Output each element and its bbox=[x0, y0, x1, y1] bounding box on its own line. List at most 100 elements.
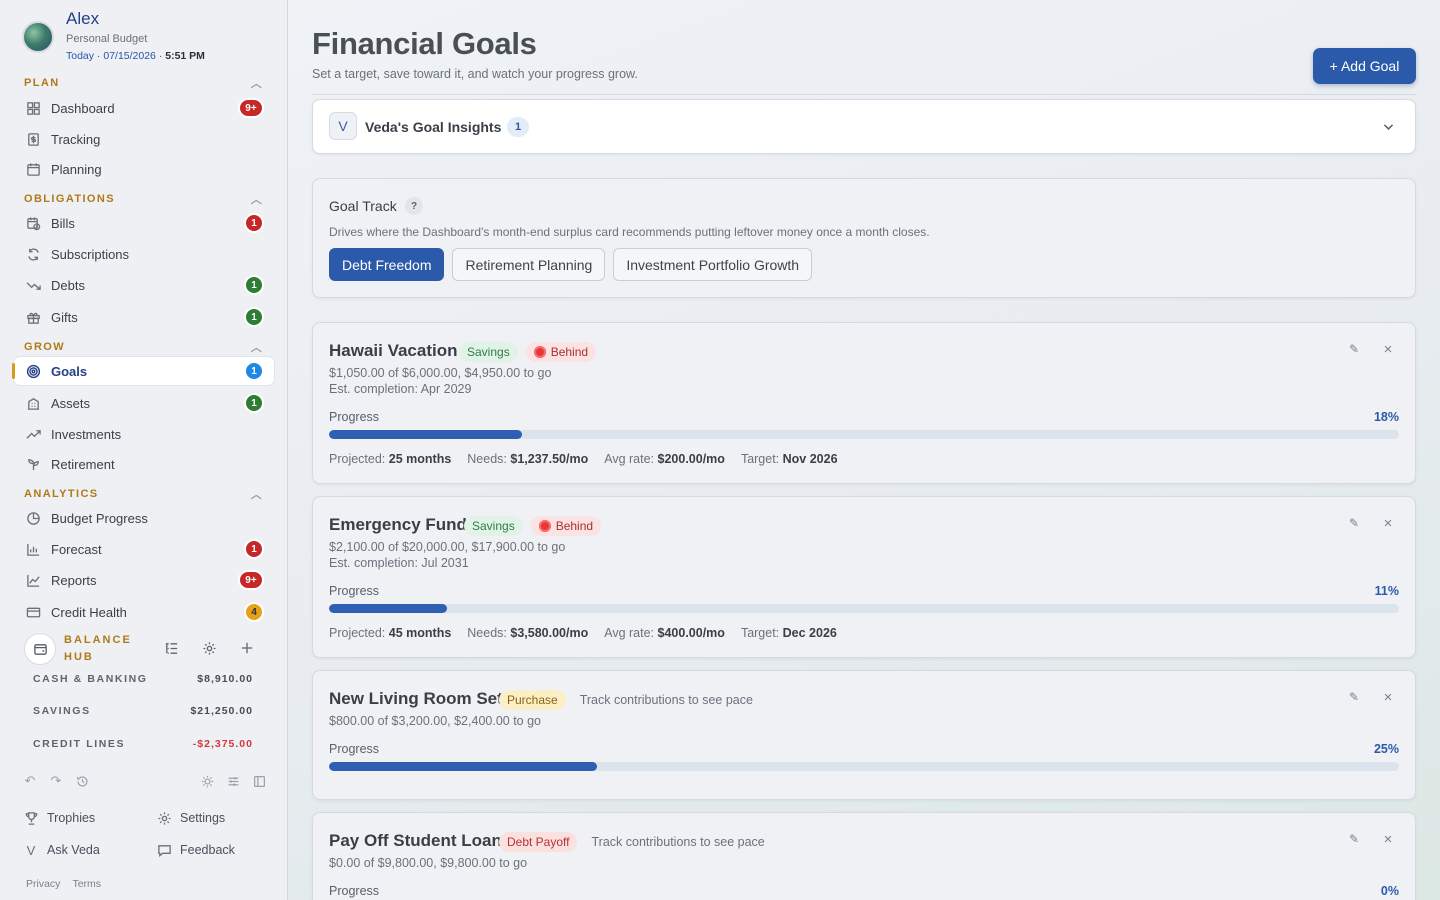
goal-name: Hawaii Vacation bbox=[329, 341, 458, 360]
avatar[interactable] bbox=[22, 21, 54, 53]
sidebar-item-label: Reports bbox=[51, 572, 97, 588]
sidebar-item-label: Goals bbox=[51, 363, 88, 379]
close-icon[interactable]: × bbox=[1380, 341, 1396, 358]
notification-badge: 1 bbox=[244, 539, 264, 559]
sidebar-item-credit-health[interactable]: Credit Health 4 bbox=[14, 598, 274, 626]
goal-card-new-living-room-set[interactable]: New Living Room Set Purchase Track contr… bbox=[312, 670, 1416, 800]
stat-label: Avg rate: bbox=[604, 452, 655, 466]
plus-icon[interactable] bbox=[238, 639, 256, 657]
stat-label: Projected: bbox=[329, 452, 386, 466]
edit-icon[interactable]: ✎ bbox=[1346, 515, 1362, 531]
list-tree-icon[interactable] bbox=[162, 639, 180, 657]
history-tools: ↶ ↷ bbox=[22, 773, 90, 789]
stat-value: $400.00/mo bbox=[657, 626, 725, 640]
ask-veda-link[interactable]: V Ask Veda bbox=[23, 842, 100, 858]
sliders-icon[interactable] bbox=[225, 773, 241, 789]
goal-amount: $800.00 of $3,200.00, $2,400.00 to go bbox=[329, 714, 541, 728]
sidebar-item-assets[interactable]: Assets 1 bbox=[14, 389, 274, 417]
stat-needs: Needs: $3,580.00/mo bbox=[467, 626, 588, 640]
sidebar-item-subscriptions[interactable]: Subscriptions bbox=[14, 240, 274, 268]
balance-row-credit[interactable]: CREDIT LINES -$2,375.00 bbox=[33, 738, 253, 750]
gear-icon bbox=[156, 810, 172, 826]
sidebar-item-bills[interactable]: Bills 1 bbox=[14, 209, 274, 237]
close-icon[interactable]: × bbox=[1380, 831, 1396, 848]
goal-tags: Savings Behind bbox=[459, 342, 597, 362]
goal-track-description: Drives where the Dashboard's month-end s… bbox=[329, 225, 930, 239]
balance-row-savings[interactable]: SAVINGS $21,250.00 bbox=[33, 705, 253, 717]
goal-stats: Projected: 25 months Needs: $1,237.50/mo… bbox=[329, 452, 838, 466]
close-icon[interactable]: × bbox=[1380, 515, 1396, 532]
sidebar-item-gifts[interactable]: Gifts 1 bbox=[14, 303, 274, 331]
redo-icon[interactable]: ↷ bbox=[48, 773, 64, 789]
chevron-up-icon[interactable]: ︿ bbox=[250, 339, 264, 354]
balance-row-cash[interactable]: CASH & BANKING $8,910.00 bbox=[33, 673, 253, 685]
chevron-down-icon[interactable] bbox=[1379, 117, 1397, 135]
section-plan[interactable]: PLAN ︿ bbox=[24, 77, 264, 91]
sidebar-item-debts[interactable]: Debts 1 bbox=[14, 271, 274, 299]
settings-label: Settings bbox=[180, 811, 226, 825]
notification-badge: 1 bbox=[244, 361, 264, 381]
goal-card-emergency-fund[interactable]: Emergency Fund Savings Behind ✎ × $2,100… bbox=[312, 496, 1416, 658]
stat-value: $200.00/mo bbox=[657, 452, 725, 466]
privacy-link[interactable]: Privacy bbox=[26, 878, 60, 890]
close-icon[interactable]: × bbox=[1380, 689, 1396, 706]
sidebar-item-dashboard[interactable]: Dashboard 9+ bbox=[14, 94, 274, 122]
date-text: Today · 07/15/2026 · bbox=[66, 50, 166, 62]
edit-icon[interactable]: ✎ bbox=[1346, 831, 1362, 847]
goal-amount: $2,100.00 of $20,000.00, $17,900.00 to g… bbox=[329, 540, 566, 554]
section-obligations[interactable]: OBLIGATIONS ︿ bbox=[24, 193, 264, 207]
status-badge: Behind bbox=[530, 516, 602, 536]
terms-link[interactable]: Terms bbox=[72, 878, 101, 890]
wallet-icon[interactable] bbox=[24, 633, 56, 665]
sidebar-item-label: Assets bbox=[51, 395, 91, 411]
chevron-up-icon[interactable]: ︿ bbox=[250, 191, 264, 206]
sidebar-item-label: Retirement bbox=[51, 456, 115, 472]
sidebar-item-budget-progress[interactable]: Budget Progress bbox=[14, 504, 274, 532]
track-option-investment-growth[interactable]: Investment Portfolio Growth bbox=[613, 248, 813, 281]
help-icon[interactable]: ? bbox=[405, 197, 423, 215]
settings-link[interactable]: Settings bbox=[156, 810, 225, 826]
goal-tags: Debt Payoff Track contributions to see p… bbox=[499, 832, 773, 852]
goal-track-options: Debt Freedom Retirement Planning Investm… bbox=[329, 248, 813, 281]
stat-projected: Projected: 25 months bbox=[329, 452, 451, 466]
sidebar-item-forecast[interactable]: Forecast 1 bbox=[14, 535, 274, 563]
undo-icon[interactable]: ↶ bbox=[22, 773, 38, 789]
goal-name: Emergency Fund bbox=[329, 515, 467, 534]
gear-icon[interactable] bbox=[200, 639, 218, 657]
edit-icon[interactable]: ✎ bbox=[1346, 341, 1362, 357]
section-grow[interactable]: GROW ︿ bbox=[24, 341, 264, 355]
sidebar-item-tracking[interactable]: Tracking bbox=[14, 125, 274, 153]
chevron-up-icon[interactable]: ︿ bbox=[250, 75, 264, 90]
sidebar-item-investments[interactable]: Investments bbox=[14, 420, 274, 448]
sidebar-item-planning[interactable]: Planning bbox=[14, 155, 274, 183]
panel-icon[interactable] bbox=[251, 773, 267, 789]
status-text: Behind bbox=[550, 345, 589, 359]
sidebar-item-reports[interactable]: Reports 9+ bbox=[14, 566, 274, 594]
history-icon[interactable] bbox=[74, 773, 90, 789]
legal-links: Privacy Terms bbox=[26, 878, 101, 890]
goal-card-hawaii-vacation[interactable]: Hawaii Vacation Savings Behind ✎ × $1,05… bbox=[312, 322, 1416, 484]
sun-icon[interactable] bbox=[199, 773, 215, 789]
pie-chart-icon bbox=[25, 510, 41, 526]
progress-percent: 11% bbox=[1374, 584, 1399, 598]
sidebar-item-label: Budget Progress bbox=[51, 510, 148, 526]
notification-badge: 1 bbox=[244, 393, 264, 413]
edit-icon[interactable]: ✎ bbox=[1346, 689, 1362, 705]
track-option-retirement-planning[interactable]: Retirement Planning bbox=[452, 248, 606, 281]
feedback-link[interactable]: Feedback bbox=[156, 842, 235, 858]
sidebar-item-retirement[interactable]: Retirement bbox=[14, 450, 274, 478]
chevron-up-icon[interactable]: ︿ bbox=[250, 486, 264, 501]
header-divider bbox=[312, 94, 1416, 95]
goal-insights-panel[interactable]: V Veda's Goal Insights 1 bbox=[312, 99, 1416, 154]
goal-completion: Est. completion: Apr 2029 bbox=[329, 382, 472, 396]
calendar-clock-icon bbox=[25, 215, 41, 231]
add-goal-button[interactable]: + Add Goal bbox=[1313, 48, 1416, 84]
trophies-link[interactable]: Trophies bbox=[23, 810, 95, 826]
trophies-label: Trophies bbox=[47, 811, 96, 825]
stat-value: 25 months bbox=[388, 452, 452, 466]
goal-card-pay-off-student-loan[interactable]: Pay Off Student Loan Debt Payoff Track c… bbox=[312, 812, 1416, 900]
stat-avg-rate: Avg rate: $200.00/mo bbox=[604, 452, 725, 466]
sidebar-item-goals[interactable]: Goals 1 bbox=[12, 357, 274, 385]
section-analytics[interactable]: ANALYTICS ︿ bbox=[24, 488, 264, 502]
track-option-debt-freedom[interactable]: Debt Freedom bbox=[329, 248, 445, 281]
